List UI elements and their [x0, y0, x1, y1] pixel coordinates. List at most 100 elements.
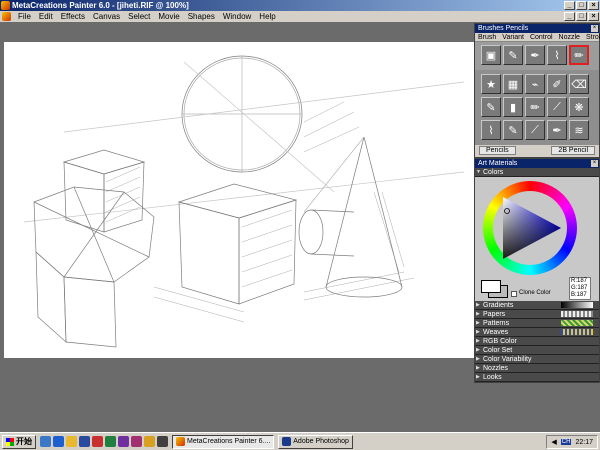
close-button[interactable]: × [588, 1, 599, 10]
color-variability-label: Color Variability [483, 356, 532, 363]
pastel-brush-icon[interactable]: ✎ [503, 120, 523, 140]
brush-menu-control[interactable]: Control [527, 33, 556, 41]
nozzles-label: Nozzles [483, 365, 508, 372]
speaker-icon[interactable]: ◀ [551, 438, 556, 446]
papers-section[interactable]: Papers [475, 310, 599, 319]
document-icon[interactable] [2, 12, 11, 21]
brush-menu-stroke[interactable]: Stroke [583, 33, 600, 41]
chalk-brush-icon[interactable]: ✐ [547, 74, 567, 94]
media-icon[interactable] [131, 436, 142, 447]
doc-close-button[interactable]: × [588, 12, 599, 21]
quick-launch [40, 436, 168, 447]
water-brush-icon[interactable]: ✒ [547, 120, 567, 140]
internet-explorer-icon[interactable] [53, 436, 64, 447]
photoshop-task-icon [282, 437, 292, 446]
color-variability-section[interactable]: Color Variability [475, 355, 599, 364]
weaves-section[interactable]: Weaves [475, 328, 599, 337]
looks-label: Looks [483, 374, 502, 381]
doc-restore-button[interactable]: □ [576, 12, 587, 21]
looks-section[interactable]: Looks [475, 373, 599, 382]
selected-pencil-brush-icon[interactable]: ✏ [569, 45, 589, 65]
menu-window[interactable]: Window [219, 11, 255, 22]
colors-section-header[interactable]: Colors [475, 168, 599, 177]
brush-selection: Pencils 2B Pencil [475, 145, 599, 156]
pencil-brush-icon[interactable]: ✎ [503, 45, 523, 65]
eraser-brush-icon[interactable]: ⌫ [569, 74, 589, 94]
start-button[interactable]: 开始 [2, 434, 36, 449]
pattern-preview [561, 320, 593, 326]
menu-shapes[interactable]: Shapes [184, 11, 219, 22]
nozzles-section[interactable]: Nozzles [475, 364, 599, 373]
rgb-readout: R:187 G:187 B:187 [569, 277, 591, 300]
clock[interactable]: 22:17 [575, 439, 593, 446]
desktop-icon[interactable] [40, 436, 51, 447]
marker-brush-icon[interactable]: ▮ [503, 97, 523, 117]
excel-icon[interactable] [105, 436, 116, 447]
menu-canvas[interactable]: Canvas [89, 11, 124, 22]
task-photoshop[interactable]: Adobe Photoshop [278, 434, 353, 449]
brush-menu-nozzle[interactable]: Nozzle [556, 33, 583, 41]
word-icon[interactable] [79, 436, 90, 447]
camera-brush-icon[interactable]: ▣ [481, 45, 501, 65]
palette-knife-icon[interactable]: ⟋ [547, 97, 567, 117]
painter-task-icon [176, 437, 185, 446]
color-set-section[interactable]: Color Set [475, 346, 599, 355]
title-bar: MetaCreations Painter 6.0 - [jiheti.RIF … [0, 0, 600, 11]
felt-pen-icon[interactable]: ✏ [525, 97, 545, 117]
menu-effects[interactable]: Effects [57, 11, 89, 22]
paper-preview [561, 311, 593, 317]
brush-menu-bar: Brush Variant Control Nozzle Stroke [475, 33, 600, 42]
primary-color-swatch[interactable] [481, 280, 501, 293]
airbrush-icon[interactable]: ⌁ [525, 74, 545, 94]
ime-indicator[interactable]: CH [560, 439, 572, 445]
star-brush-icon[interactable]: ★ [481, 74, 501, 94]
acrobat-icon[interactable] [92, 436, 103, 447]
app-icon[interactable] [118, 436, 129, 447]
task-painter[interactable]: MetaCreations Painter 6.... [172, 434, 275, 449]
minimize-button[interactable]: _ [564, 1, 575, 10]
clone-color-label: Clone Color [519, 290, 551, 296]
rgb-green-value: G:187 [571, 285, 588, 291]
painter-app-icon[interactable] [1, 1, 10, 10]
gradients-section[interactable]: Gradients [475, 301, 599, 310]
oil-brush-icon[interactable]: ⌇ [481, 120, 501, 140]
folder-icon[interactable] [144, 436, 155, 447]
brushes-palette-title: Brushes Pencils [478, 25, 529, 32]
menu-help[interactable]: Help [255, 11, 279, 22]
menu-movie[interactable]: Movie [154, 11, 183, 22]
palette-close-icon[interactable]: × [591, 160, 598, 167]
brush-menu-variant[interactable]: Variant [499, 33, 527, 41]
art-materials-titlebar[interactable]: Art Materials × [475, 159, 599, 168]
maximize-button[interactable]: □ [576, 1, 587, 10]
menu-edit[interactable]: Edit [35, 11, 57, 22]
menu-file[interactable]: File [14, 11, 35, 22]
liquid-brush-icon[interactable]: ⟋ [525, 120, 545, 140]
brush-category-label[interactable]: Pencils [479, 146, 516, 155]
image-hose-icon[interactable]: ❋ [569, 97, 589, 117]
menu-select[interactable]: Select [124, 11, 154, 22]
brushes-palette-titlebar[interactable]: Brushes Pencils × [475, 24, 599, 33]
crayon-brush-icon[interactable]: ✎ [481, 97, 501, 117]
drawing-canvas[interactable] [4, 42, 474, 358]
clone-color-checkbox[interactable] [511, 291, 517, 297]
stamp-brush-icon[interactable]: ▦ [503, 74, 523, 94]
brushes-palette: Brushes Pencils × Brush Variant Control … [474, 23, 600, 158]
patterns-section[interactable]: Patterns [475, 319, 599, 328]
palette-close-icon[interactable]: × [591, 25, 598, 32]
pattern-pen-icon[interactable]: ≋ [569, 120, 589, 140]
saturation-value-triangle[interactable] [493, 191, 567, 265]
brush-menu-brush[interactable]: Brush [475, 33, 499, 41]
taskbar: 开始 MetaCreations Painter 6.... Adobe Pho… [0, 432, 600, 450]
weave-preview [561, 329, 593, 335]
windows-flag-icon [6, 437, 14, 446]
brush-variant-label[interactable]: 2B Pencil [551, 146, 595, 155]
tool-icon[interactable] [157, 436, 168, 447]
brush-icon[interactable]: ⌇ [547, 45, 567, 65]
doc-minimize-button[interactable]: _ [564, 12, 575, 21]
pen-brush-icon[interactable]: ✒ [525, 45, 545, 65]
colors-section-label: Colors [483, 169, 504, 176]
rgb-color-section[interactable]: RGB Color [475, 337, 599, 346]
gradients-label: Gradients [483, 302, 514, 309]
outlook-icon[interactable] [66, 436, 77, 447]
hue-ring[interactable] [483, 181, 577, 275]
